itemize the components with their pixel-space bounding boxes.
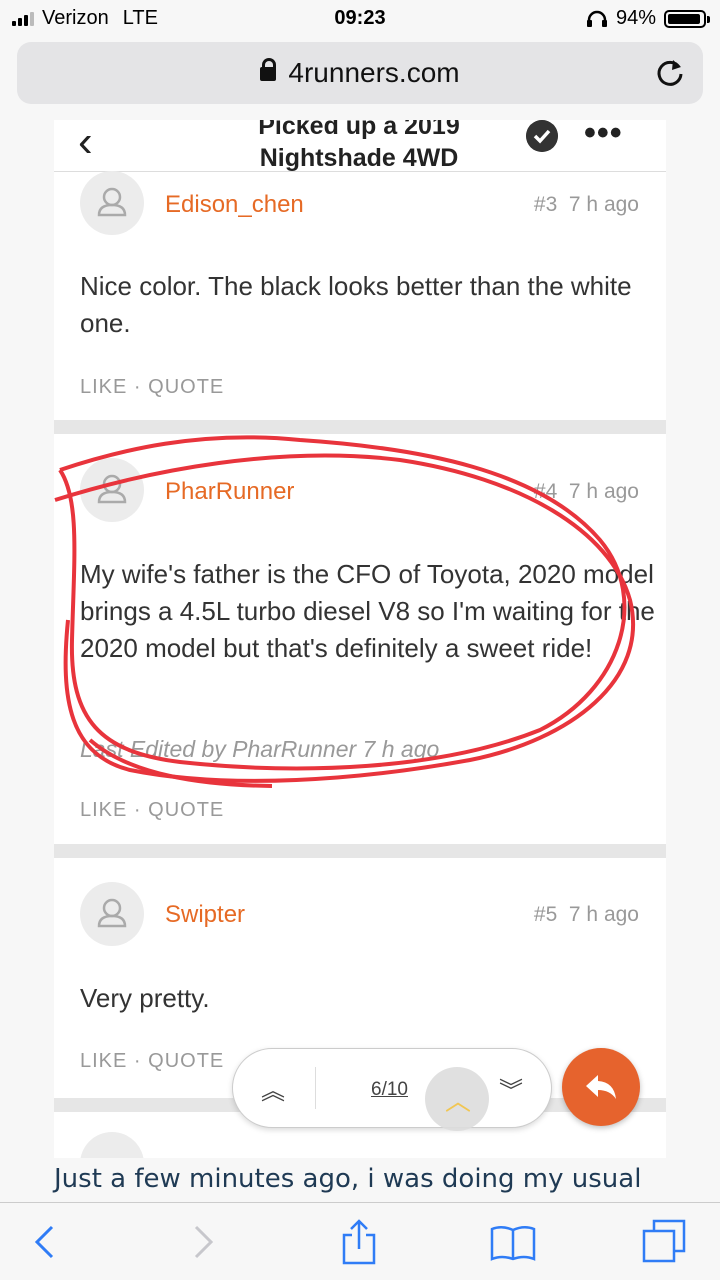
browser-forward-icon[interactable]	[178, 1217, 228, 1267]
avatar[interactable]	[80, 171, 144, 235]
post-body: Nice color. The black looks better than …	[80, 271, 632, 338]
reload-icon[interactable]	[653, 55, 687, 89]
back-icon[interactable]: ‹	[78, 120, 93, 167]
post-actions: LIKE · QUOTE	[80, 376, 225, 398]
address-bar[interactable]: 4runners.com	[17, 42, 703, 104]
reply-icon	[586, 1075, 616, 1099]
forum-page: ‹ Picked up a 2019 Nightshade 4WD ••• Ed…	[54, 120, 666, 1158]
thread-title-line-2: Nightshade 4WD	[259, 144, 459, 172]
like-button[interactable]: LIKE	[80, 799, 127, 821]
more-icon[interactable]: •••	[584, 120, 623, 153]
browser-toolbar	[0, 1202, 720, 1280]
post-time: 7 h ago	[568, 480, 639, 503]
share-icon[interactable]	[334, 1217, 384, 1267]
quote-button[interactable]: QUOTE	[148, 799, 224, 821]
scroll-up-icon[interactable]: ︿	[425, 1067, 489, 1131]
status-right: 94%	[586, 7, 710, 30]
post-meta: #4 7 h ago	[534, 480, 639, 504]
browser-back-icon[interactable]	[20, 1217, 70, 1267]
battery-icon	[664, 9, 710, 28]
bookmarks-icon[interactable]	[488, 1217, 538, 1267]
post-number[interactable]: #3	[534, 193, 557, 216]
check-icon[interactable]	[526, 120, 558, 152]
like-button[interactable]: LIKE	[80, 376, 127, 398]
user-icon	[97, 187, 127, 217]
thread-header: ‹ Picked up a 2019 Nightshade 4WD •••	[54, 120, 666, 172]
post-author[interactable]: Swipter	[165, 901, 245, 929]
post-author[interactable]: Edison_chen	[165, 191, 304, 219]
tabs-icon[interactable]	[640, 1217, 690, 1267]
edited-note: Last Edited by PharRunner 7 h ago	[80, 736, 440, 762]
page-counter[interactable]: 6/10	[371, 1079, 408, 1101]
post-number[interactable]: #4	[534, 480, 557, 503]
headphones-icon	[586, 10, 607, 27]
thread-title-line-1: Picked up a 2019	[258, 120, 460, 140]
quote-button[interactable]: QUOTE	[148, 1050, 224, 1072]
user-icon	[97, 474, 127, 504]
last-page-icon[interactable]: ︾	[499, 1071, 523, 1106]
like-button[interactable]: LIKE	[80, 1050, 127, 1072]
url-display[interactable]: 4runners.com	[17, 57, 703, 89]
post-divider	[54, 420, 666, 434]
post: Edison_chen #3 7 h ago Nice color. The b…	[54, 171, 666, 419]
post-time: 7 h ago	[568, 903, 639, 926]
caption-text: Just a few minutes ago, i was doing my u…	[54, 1164, 642, 1194]
post-actions: LIKE · QUOTE	[80, 1050, 225, 1072]
reply-button[interactable]	[562, 1048, 640, 1126]
url-text: 4runners.com	[288, 57, 460, 88]
lock-icon	[260, 58, 277, 81]
post-meta: #5 7 h ago	[534, 903, 639, 927]
avatar[interactable]	[80, 458, 144, 522]
post-pager: ︽ 6/10 ︿ ︾	[232, 1048, 552, 1131]
status-bar: Verizon LTE 09:23 94%	[0, 0, 720, 38]
post-divider	[54, 844, 666, 858]
post-body: My wife's father is the CFO of Toyota, 2…	[80, 559, 655, 663]
avatar[interactable]	[80, 1132, 144, 1158]
battery-percent: 94%	[615, 7, 656, 29]
post-actions: LIKE · QUOTE	[80, 799, 225, 821]
quote-button[interactable]: QUOTE	[148, 376, 224, 398]
pager-divider	[315, 1067, 316, 1109]
post-meta: #3 7 h ago	[534, 193, 639, 217]
user-icon	[97, 898, 127, 928]
battery-fill	[668, 13, 700, 24]
first-page-icon[interactable]: ︽	[261, 1071, 285, 1106]
thread-title: Picked up a 2019 Nightshade 4WD	[174, 120, 544, 174]
post-number[interactable]: #5	[534, 903, 557, 926]
post-body: Very pretty.	[80, 983, 210, 1013]
post: PharRunner #4 7 h ago My wife's father i…	[54, 434, 666, 844]
post-author[interactable]: PharRunner	[165, 478, 294, 506]
avatar[interactable]	[80, 882, 144, 946]
post-time: 7 h ago	[568, 193, 639, 216]
